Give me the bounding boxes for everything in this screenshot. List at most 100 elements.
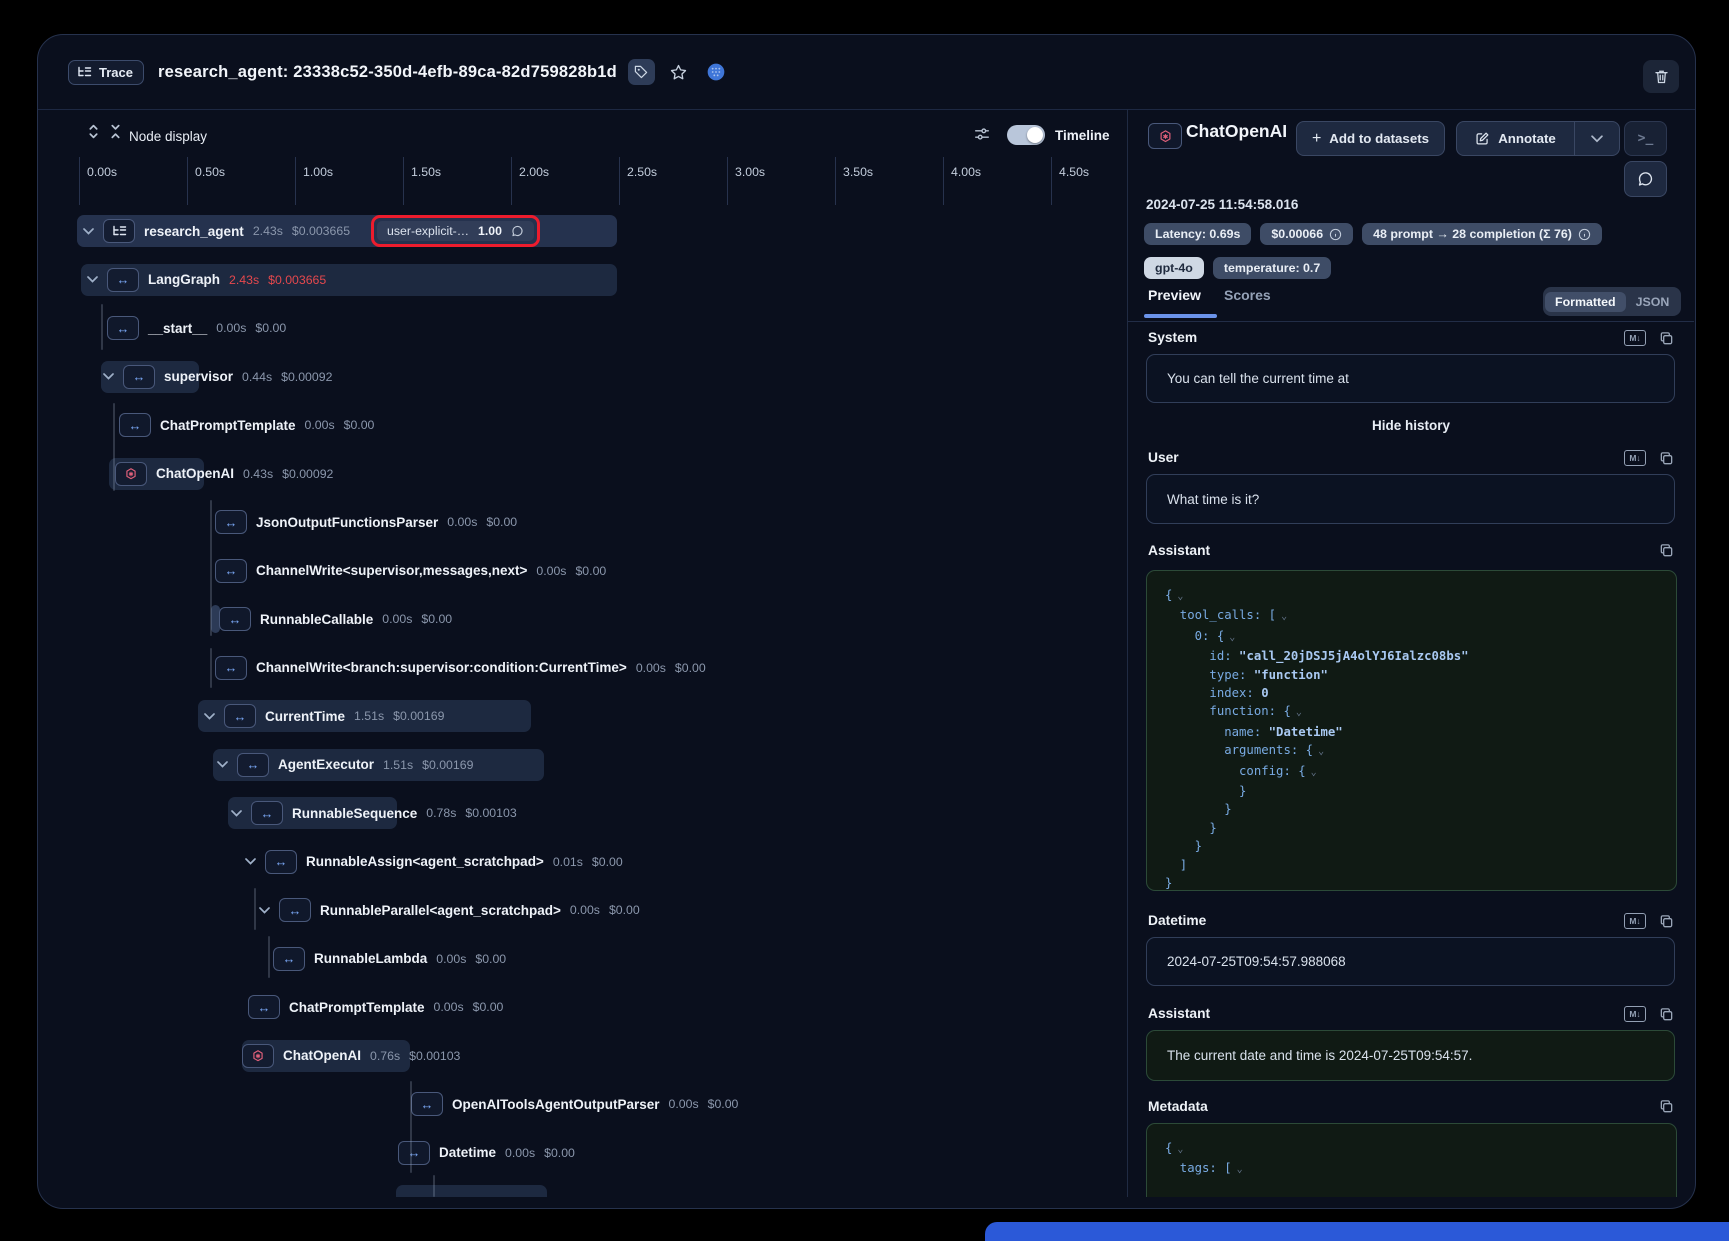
tree-row-chatopenai[interactable]: ChatOpenAI0.43s$0.00092: [115, 458, 333, 490]
collapse-chevron-icon[interactable]: ⌄: [1229, 632, 1235, 643]
tree-row-langgraph[interactable]: ↔LangGraph2.43s$0.003665: [87, 264, 326, 296]
chevron-down-icon[interactable]: [204, 713, 215, 720]
openai-icon: [242, 1044, 274, 1068]
run-duration: 1.51s: [354, 709, 384, 723]
tree-row-runnablesequence[interactable]: ↔RunnableSequence0.78s$0.00103: [231, 797, 517, 829]
chevron-down-icon[interactable]: [217, 761, 228, 768]
collapse-chevron-icon[interactable]: ⌄: [1311, 767, 1317, 778]
user-message-box: What time is it?: [1146, 474, 1675, 524]
code-line: {⌄: [1165, 1139, 1658, 1159]
arrows-icon: ↔: [123, 365, 155, 389]
tree-row-agentexecutor[interactable]: ↔AgentExecutor1.51s$0.00169: [217, 749, 473, 781]
collapse-chevron-icon[interactable]: ⌄: [1177, 1144, 1183, 1155]
info-icon: [1329, 228, 1342, 241]
run-name: ChatPromptTemplate: [289, 1000, 425, 1015]
tree-row-runnableparallel-agent-scratchpad-[interactable]: ↔RunnableParallel<agent_scratchpad>0.00s…: [259, 894, 640, 926]
markdown-icon[interactable]: M↓: [1624, 450, 1646, 466]
collapse-chevron-icon[interactable]: ⌄: [1177, 591, 1183, 602]
arrows-icon: ↔: [398, 1141, 430, 1165]
copy-icon[interactable]: [1659, 543, 1674, 558]
tree-row-runnablecallable[interactable]: ↔RunnableCallable0.00s$0.00: [219, 603, 452, 635]
format-toggle-json[interactable]: JSON: [1626, 292, 1680, 312]
tree-row-research-agent[interactable]: research_agent2.43s$0.003665user-explici…: [83, 215, 540, 247]
arrows-icon: ↔: [219, 607, 251, 631]
chevron-down-icon[interactable]: [87, 276, 98, 283]
run-cost: $0.00: [575, 564, 606, 578]
collapse-chevron-icon[interactable]: ⌄: [1296, 707, 1302, 718]
run-duration: 0.00s: [305, 418, 335, 432]
openai-icon: [115, 462, 147, 486]
section-heading-assistant-final: Assistant: [1148, 1006, 1210, 1021]
markdown-icon[interactable]: M↓: [1624, 330, 1646, 346]
latency-badge: Latency: 0.69s: [1144, 223, 1251, 245]
chevron-down-icon[interactable]: [83, 228, 94, 235]
collapse-chevron-icon[interactable]: ⌄: [1281, 611, 1287, 622]
info-icon: [1578, 228, 1591, 241]
tree-row-runnableassign-agent-scratchpad-[interactable]: ↔RunnableAssign<agent_scratchpad>0.01s$0…: [245, 846, 623, 878]
model-badge: gpt-4o: [1144, 257, 1204, 279]
markdown-icon[interactable]: M↓: [1624, 913, 1646, 929]
add-to-datasets-button[interactable]: + Add to datasets: [1296, 121, 1445, 156]
comment-button[interactable]: [1624, 161, 1667, 197]
hide-history-button[interactable]: Hide history: [1128, 418, 1694, 433]
tab-scores[interactable]: Scores: [1224, 287, 1271, 303]
display-settings-icon[interactable]: [973, 125, 991, 143]
expand-all-icon[interactable]: [85, 123, 103, 141]
star-button[interactable]: [666, 59, 692, 85]
run-cost: $0.00: [473, 1000, 504, 1014]
copy-icon[interactable]: [1659, 1007, 1674, 1022]
arrows-icon: ↔: [237, 753, 269, 777]
tree-row-chatopenai[interactable]: ChatOpenAI0.76s$0.00103: [242, 1040, 460, 1072]
run-cost: $0.00169: [393, 709, 444, 723]
tree-guide-line: [210, 648, 212, 688]
feedback-badge-label: user-explicit-…: [387, 224, 469, 238]
copy-icon[interactable]: [1659, 1099, 1674, 1114]
format-toggle-formatted[interactable]: Formatted: [1545, 292, 1626, 312]
playground-terminal-button[interactable]: >_: [1624, 121, 1667, 156]
copy-icon[interactable]: [1659, 451, 1674, 466]
collapse-all-icon[interactable]: [107, 123, 125, 141]
run-name: ChannelWrite<supervisor,messages,next>: [256, 563, 527, 578]
assistant-tool-call-code: {⌄ tool_calls: [⌄ 0: {⌄ id: "call_20jDSJ…: [1146, 570, 1677, 891]
format-toggle[interactable]: Formatted JSON: [1543, 287, 1681, 316]
chevron-down-icon[interactable]: [231, 810, 242, 817]
copy-icon[interactable]: [1659, 331, 1674, 346]
tree-row-runnablelambda[interactable]: ↔RunnableLambda0.00s$0.00: [273, 943, 506, 975]
tree-row-currenttime[interactable]: ↔CurrentTime1.51s$0.00169: [204, 700, 444, 732]
tab-preview[interactable]: Preview: [1148, 287, 1201, 303]
collapse-chevron-icon[interactable]: ⌄: [1318, 746, 1324, 757]
tree-row-chatprompttemplate[interactable]: ↔ChatPromptTemplate0.00s$0.00: [248, 991, 503, 1023]
chevron-down-icon[interactable]: [103, 373, 114, 380]
tree-row--start-[interactable]: ↔__start__0.00s$0.00: [107, 312, 286, 344]
run-cost: $0.00: [592, 855, 623, 869]
run-cost: $0.00169: [422, 758, 473, 772]
share-globe-button[interactable]: [703, 59, 729, 85]
tree-guide-line: [433, 1175, 435, 1197]
run-cost: $0.00: [544, 1146, 575, 1160]
tree-row-supervisor[interactable]: ↔supervisor0.44s$0.00092: [103, 361, 332, 393]
tree-guide-line: [254, 888, 256, 930]
ruler-tick: [79, 157, 80, 205]
annotate-split-button[interactable]: Annotate: [1456, 121, 1620, 156]
tag-button[interactable]: [628, 59, 655, 85]
tree-row-channelwrite-supervisor-messages-next-[interactable]: ↔ChannelWrite<supervisor,messages,next>0…: [215, 555, 606, 587]
timeline-span-bar[interactable]: [396, 1185, 547, 1197]
feedback-badge[interactable]: user-explicit-…1.00: [377, 221, 534, 241]
annotate-dropdown-segment[interactable]: [1574, 122, 1619, 155]
collapse-chevron-icon[interactable]: ⌄: [1237, 1164, 1243, 1175]
run-cost: $0.00: [475, 952, 506, 966]
copy-icon[interactable]: [1659, 914, 1674, 929]
tree-row-channelwrite-branch-supervisor-condition-currenttime-[interactable]: ↔ChannelWrite<branch:supervisor:conditio…: [215, 652, 706, 684]
markdown-icon[interactable]: M↓: [1624, 1006, 1646, 1022]
ruler-tick: [727, 157, 728, 205]
chevron-down-icon[interactable]: [245, 858, 256, 865]
tree-row-jsonoutputfunctionsparser[interactable]: ↔JsonOutputFunctionsParser0.00s$0.00: [215, 506, 517, 538]
timeline-toggle[interactable]: [1007, 125, 1045, 145]
tree-row-datetime[interactable]: ↔Datetime0.00s$0.00: [398, 1137, 575, 1169]
tree-row-openaitoolsagentoutputparser[interactable]: ↔OpenAIToolsAgentOutputParser0.00s$0.00: [411, 1088, 738, 1120]
ruler-tick-label: 0.00s: [87, 165, 117, 179]
ruler-tick-label: 0.50s: [195, 165, 225, 179]
delete-trace-button[interactable]: [1643, 60, 1679, 93]
chevron-down-icon[interactable]: [259, 907, 270, 914]
tree-row-chatprompttemplate[interactable]: ↔ChatPromptTemplate0.00s$0.00: [119, 409, 374, 441]
